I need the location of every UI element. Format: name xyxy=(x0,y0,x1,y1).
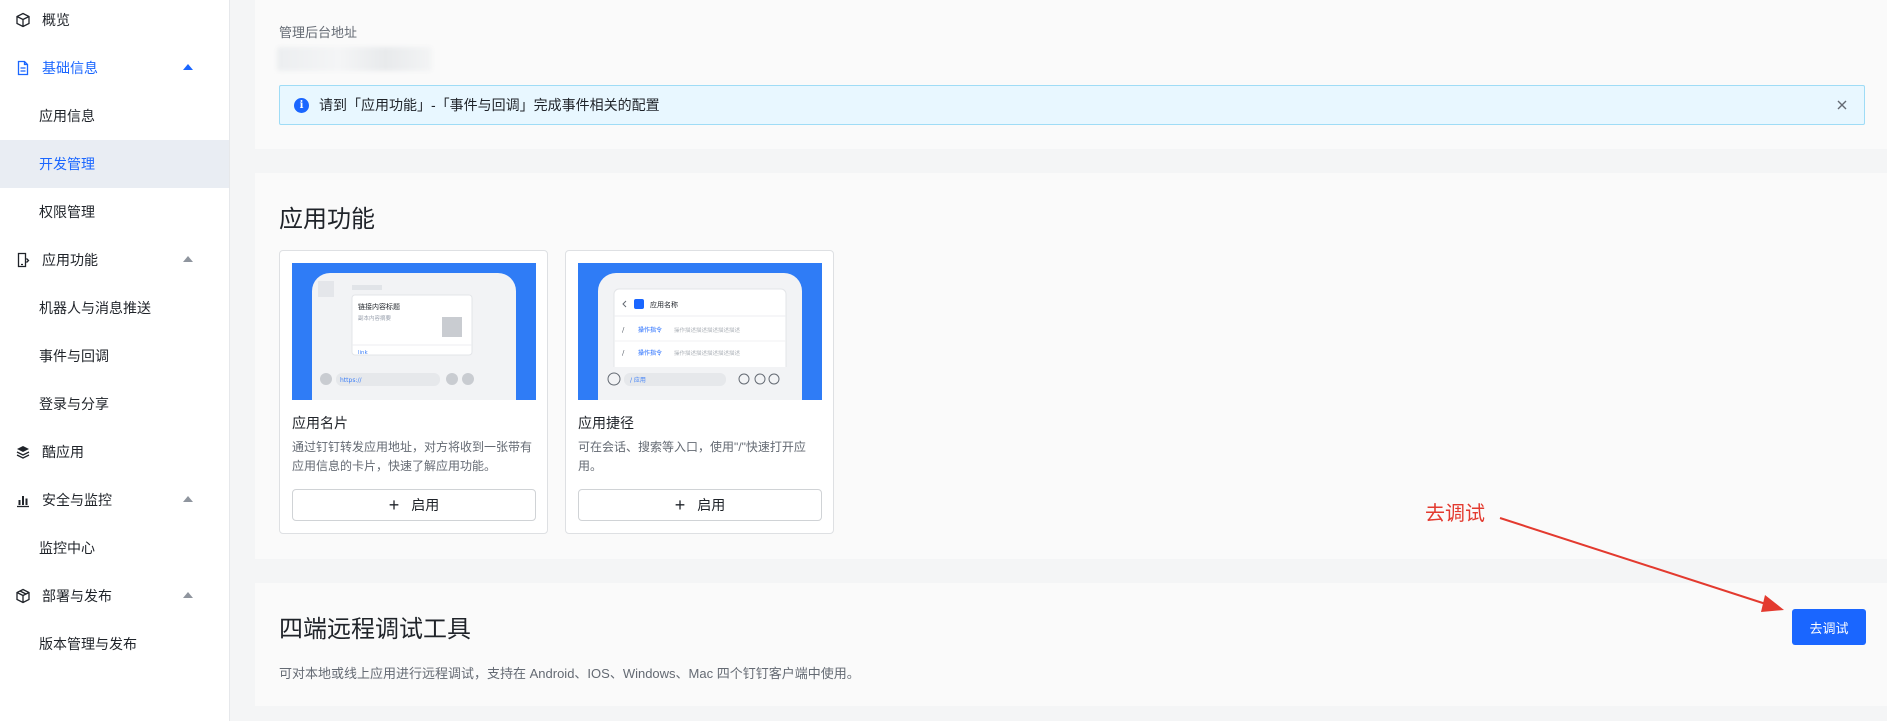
sidebar-item-version-publish[interactable]: 版本管理与发布 xyxy=(0,620,229,668)
plus-icon: + xyxy=(674,495,686,515)
plus-icon: + xyxy=(388,495,400,515)
preview-input-text: https:// xyxy=(340,377,362,384)
sidebar-item-label: 登录与分享 xyxy=(39,396,109,412)
sidebar-item-label: 版本管理与发布 xyxy=(39,636,137,652)
preview-app-name: 应用名称 xyxy=(650,300,678,309)
package-icon xyxy=(14,587,32,605)
app-shortcut-preview: 应用名称 / 操作指令 操作描述描述描述描述描述 / 操作指令 操作描述描述描述… xyxy=(578,263,822,400)
feature-card-app-shortcut: 应用名称 / 操作指令 操作描述描述描述描述描述 / 操作指令 操作描述描述描述… xyxy=(565,250,834,534)
close-icon[interactable] xyxy=(1834,97,1850,113)
sidebar-item-label: 事件与回调 xyxy=(39,348,109,364)
sidebar-item-label: 监控中心 xyxy=(39,540,95,556)
sidebar: 概览 基础信息 应用信息 开发管理 权限管理 应用功能 机器人与消息推送 事件与… xyxy=(0,0,230,721)
sidebar-item-label: 概览 xyxy=(42,12,70,28)
go-debug-button[interactable]: 去调试 xyxy=(1792,609,1866,645)
sidebar-group-deploy-publish[interactable]: 部署与发布 xyxy=(0,572,229,620)
bar-chart-icon xyxy=(14,491,32,509)
sidebar-item-robot-push[interactable]: 机器人与消息推送 xyxy=(0,284,229,332)
preview-shortcut-input: / 应用 xyxy=(630,376,646,384)
sidebar-item-monitor-center[interactable]: 监控中心 xyxy=(0,524,229,572)
sidebar-item-dev-manage[interactable]: 开发管理 xyxy=(0,140,229,188)
sidebar-group-label: 部署与发布 xyxy=(42,588,112,604)
caret-up-icon xyxy=(183,64,193,70)
sidebar-item-label: 酷应用 xyxy=(42,444,84,460)
section-title: 四端远程调试工具 xyxy=(279,615,471,643)
preview-card-sub: 副本内容摘要 xyxy=(358,314,392,322)
sidebar-item-login-share[interactable]: 登录与分享 xyxy=(0,380,229,428)
preview-card-link: link xyxy=(358,350,369,356)
sidebar-group-label: 安全与监控 xyxy=(42,492,112,508)
sidebar-item-label: 权限管理 xyxy=(39,204,95,220)
sidebar-item-overview[interactable]: 概览 xyxy=(0,0,229,44)
feature-card-desc: 通过钉钉转发应用地址，对方将收到一张带有应用信息的卡片，快速了解应用功能。 xyxy=(292,440,533,473)
feature-card-desc: 可在会话、搜索等入口，使用"/"快速打开应用。 xyxy=(578,440,806,473)
sidebar-item-cool-app[interactable]: 酷应用 xyxy=(0,428,229,476)
sidebar-item-label: 应用信息 xyxy=(39,108,95,124)
sidebar-item-event-callback[interactable]: 事件与回调 xyxy=(0,332,229,380)
preview-cmd-2: 操作指令 xyxy=(638,349,662,357)
phone-touch-icon xyxy=(14,251,32,269)
feature-card-name: 应用名片 xyxy=(292,415,348,431)
admin-url-value-redacted xyxy=(277,47,432,71)
sidebar-group-basic-info[interactable]: 基础信息 xyxy=(0,44,229,92)
caret-up-icon xyxy=(183,496,193,502)
alert-text: 请到「应用功能」-「事件与回调」完成事件相关的配置 xyxy=(319,97,660,113)
sidebar-item-app-info[interactable]: 应用信息 xyxy=(0,92,229,140)
sidebar-item-permission-manage[interactable]: 权限管理 xyxy=(0,188,229,236)
preview-card-title: 链接内容标题 xyxy=(358,302,400,311)
app-card-preview: 链接内容标题 副本内容摘要 link https:// xyxy=(292,263,536,400)
sidebar-group-app-features[interactable]: 应用功能 xyxy=(0,236,229,284)
sidebar-group-label: 应用功能 xyxy=(42,252,98,268)
preview-cmd-1: 操作指令 xyxy=(638,326,662,334)
enable-button-label: 启用 xyxy=(697,497,726,513)
enable-button-label: 启用 xyxy=(411,497,440,513)
cube-icon xyxy=(14,11,32,29)
app-features-panel: 应用功能 链接内容标题 副本内容摘要 link https:// 应用名片 通过… xyxy=(255,173,1887,559)
enable-button[interactable]: + 启用 xyxy=(578,489,822,521)
feature-card-name: 应用捷径 xyxy=(578,415,634,431)
enable-button[interactable]: + 启用 xyxy=(292,489,536,521)
dev-info-panel: 管理后台地址 i 请到「应用功能」-「事件与回调」完成事件相关的配置 xyxy=(255,0,1887,149)
sidebar-item-label: 开发管理 xyxy=(39,156,95,172)
caret-up-icon xyxy=(183,256,193,262)
feature-card-app-card: 链接内容标题 副本内容摘要 link https:// 应用名片 通过钉钉转发应… xyxy=(279,250,548,534)
remote-debug-panel: 四端远程调试工具 可对本地或线上应用进行远程调试，支持在 Android、IOS… xyxy=(255,583,1887,706)
preview-cmd-desc-2: 操作描述描述描述描述描述 xyxy=(674,349,741,357)
preview-cmd-desc-1: 操作描述描述描述描述描述 xyxy=(674,326,741,334)
sidebar-group-security-monitor[interactable]: 安全与监控 xyxy=(0,476,229,524)
caret-up-icon xyxy=(183,592,193,598)
annotation-text: 去调试 xyxy=(1425,503,1485,525)
cool-app-icon xyxy=(14,443,32,461)
debug-desc: 可对本地或线上应用进行远程调试，支持在 Android、IOS、Windows、… xyxy=(279,666,860,681)
sidebar-item-label: 机器人与消息推送 xyxy=(39,300,151,316)
info-alert: i 请到「应用功能」-「事件与回调」完成事件相关的配置 xyxy=(279,85,1865,125)
document-icon xyxy=(14,59,32,77)
section-title: 应用功能 xyxy=(279,205,375,233)
sidebar-group-label: 基础信息 xyxy=(42,60,98,76)
info-icon: i xyxy=(294,97,309,113)
admin-url-label: 管理后台地址 xyxy=(279,25,358,40)
